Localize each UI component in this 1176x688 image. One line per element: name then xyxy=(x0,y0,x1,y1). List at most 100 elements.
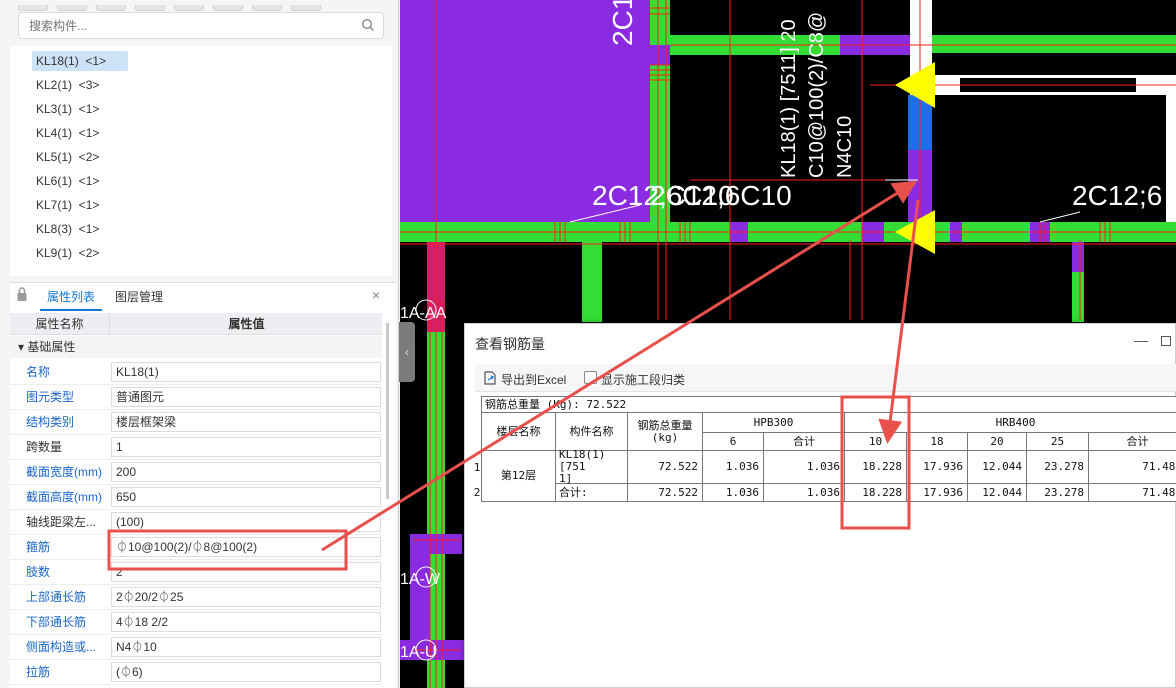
show-segment-checkbox[interactable] xyxy=(584,371,597,384)
header-floor: 楼层名称 xyxy=(481,413,556,451)
property-table-header: 属性名称 属性值 xyxy=(10,313,382,335)
export-icon[interactable] xyxy=(482,370,498,386)
header-hrb-sum: 合计 xyxy=(1089,433,1176,451)
header-hpb300: HPB300 xyxy=(703,413,845,433)
search-icon[interactable] xyxy=(361,18,375,32)
prop-value[interactable]: KL18(1) xyxy=(111,362,381,382)
row-number: 2 xyxy=(473,486,481,499)
export-excel-button[interactable]: 导出到Excel xyxy=(501,371,566,388)
total-weight: 钢筋总重量 (Kg): 72.522 xyxy=(481,396,1176,413)
cad-label: KL18(1) [7511] 20 xyxy=(778,19,800,178)
prop-value[interactable]: (⏀6) xyxy=(111,662,381,682)
prop-row: 侧面构造或... N4⏀10 xyxy=(10,635,382,660)
axis-label: 1A-U xyxy=(400,644,436,661)
value-cell: 71.486 xyxy=(1089,484,1176,502)
group-basic-props[interactable]: ▾ 基础属性 xyxy=(10,336,382,358)
tab-layers[interactable]: 图层管理 xyxy=(108,283,170,311)
panel-collapse-handle[interactable]: ‹ xyxy=(399,322,415,382)
list-item[interactable]: KL2(1) <3> xyxy=(32,75,103,95)
prop-value-stirrup[interactable]: ⏀10@100(2)/⏀8@100(2) xyxy=(111,537,381,557)
tool-button[interactable] xyxy=(213,5,243,11)
maximize-icon[interactable] xyxy=(1161,336,1171,346)
value-cell: 71.486 xyxy=(1089,451,1176,484)
tool-button[interactable] xyxy=(291,5,321,11)
value-cell: 72.522 xyxy=(628,484,703,502)
value-cell: 23.278 xyxy=(1027,484,1089,502)
value-cell: 1.036 xyxy=(764,484,845,502)
search-input[interactable] xyxy=(18,12,384,39)
list-item[interactable]: KL5(1) <2> xyxy=(32,147,103,167)
prop-name: 拉筋 xyxy=(26,665,51,679)
component-list: KL18(1) <1> KL2(1) <3> KL3(1) <1> KL4(1)… xyxy=(10,46,392,276)
prop-row: 图元类型 普通图元 xyxy=(10,385,382,410)
prop-value[interactable]: (100) xyxy=(111,512,381,532)
prop-value[interactable]: N4⏀10 xyxy=(111,637,381,657)
list-item[interactable]: KL3(1) <1> xyxy=(32,99,103,119)
floor-cell: 第12层 xyxy=(481,451,556,502)
list-item[interactable]: KL18(1) <1> xyxy=(32,51,128,71)
list-item[interactable]: KL7(1) <1> xyxy=(32,195,103,215)
value-cell: 12.044 xyxy=(968,451,1027,484)
rebar-table: 钢筋总重量 (Kg): 72.522 楼层名称 构件名称 钢筋总重量 (kg) … xyxy=(474,396,1176,508)
value-cell: 17.936 xyxy=(907,484,968,502)
prop-value[interactable]: 4⏀18 2/2 xyxy=(111,612,381,632)
tool-button[interactable] xyxy=(135,5,165,11)
prop-value[interactable]: 普通图元 xyxy=(111,387,381,407)
prop-row: 轴线距梁左... (100) xyxy=(10,510,382,535)
prop-row: 结构类别 楼层框架梁 xyxy=(10,410,382,435)
value-cell: 18.228 xyxy=(845,451,907,484)
header-d25: 25 xyxy=(1027,433,1089,451)
tool-button[interactable] xyxy=(96,5,126,11)
tool-button[interactable] xyxy=(174,5,204,11)
prop-row: 拉筋 (⏀6) xyxy=(10,660,382,685)
prop-name: 跨数量 xyxy=(26,440,63,454)
prop-value[interactable]: 1 xyxy=(111,437,381,457)
top-toolstrip xyxy=(18,0,388,11)
tool-button[interactable] xyxy=(57,5,87,11)
col-name-header: 属性名称 xyxy=(10,313,110,335)
lock-icon[interactable] xyxy=(16,286,28,302)
list-item[interactable]: KL8(3) <1> xyxy=(32,219,103,239)
header-d20: 20 xyxy=(968,433,1027,451)
component-cell: KL18(1)[751 1] xyxy=(556,449,628,485)
header-hrb400: HRB400 xyxy=(845,413,1176,433)
property-scrollbar[interactable] xyxy=(386,323,389,499)
prop-name: 结构类别 xyxy=(26,415,75,429)
prop-value[interactable]: 楼层框架梁 xyxy=(111,412,381,432)
list-item[interactable]: KL4(1) <1> xyxy=(32,123,103,143)
prop-value[interactable]: 650 xyxy=(111,487,381,507)
close-icon[interactable]: × xyxy=(372,287,380,303)
tool-button[interactable] xyxy=(18,5,48,11)
row-number: 1 xyxy=(473,460,481,474)
tab-properties[interactable]: 属性列表 xyxy=(40,283,102,311)
prop-name: 肢数 xyxy=(26,565,51,579)
prop-value[interactable]: 2 xyxy=(111,562,381,582)
list-item[interactable]: KL9(1) <2> xyxy=(32,243,103,263)
beam-segment xyxy=(650,45,670,65)
value-cell: 18.228 xyxy=(845,484,907,502)
prop-value[interactable]: 2⏀20/2⏀25 xyxy=(111,587,381,607)
header-d10: 10 xyxy=(845,433,907,451)
left-panel: KL18(1) <1> KL2(1) <3> KL3(1) <1> KL4(1)… xyxy=(0,0,399,688)
rebar-quantity-dialog: 查看钢筋量 — 导出到Excel 显示施工段归类 钢筋总重量 (Kg): 72.… xyxy=(464,323,1176,688)
prop-row: 截面高度(mm) 650 xyxy=(10,485,382,510)
prop-name: 截面宽度(mm) xyxy=(26,465,102,479)
minimize-icon[interactable]: — xyxy=(1134,332,1148,348)
tool-button[interactable] xyxy=(252,5,282,11)
header-component: 构件名称 xyxy=(556,413,628,451)
beam-segment xyxy=(1072,272,1084,322)
cad-label: 2C12;6C10 xyxy=(650,180,792,211)
header-hpb-sum: 合计 xyxy=(764,433,845,451)
prop-name: 下部通长筋 xyxy=(26,615,87,629)
cad-label: N4C10 xyxy=(834,116,856,178)
prop-value[interactable]: 200 xyxy=(111,462,381,482)
axis-label: 1A-AA xyxy=(400,305,447,322)
header-d6: 6 xyxy=(703,433,764,451)
value-cell: 23.278 xyxy=(1027,451,1089,484)
col-value-header: 属性值 xyxy=(228,317,265,331)
list-item[interactable]: KL6(1) <1> xyxy=(32,171,103,191)
prop-row: 下部通长筋 4⏀18 2/2 xyxy=(10,610,382,635)
prop-name: 截面高度(mm) xyxy=(26,490,102,504)
leader-line xyxy=(1039,211,1081,223)
beam-segment xyxy=(932,35,1176,53)
